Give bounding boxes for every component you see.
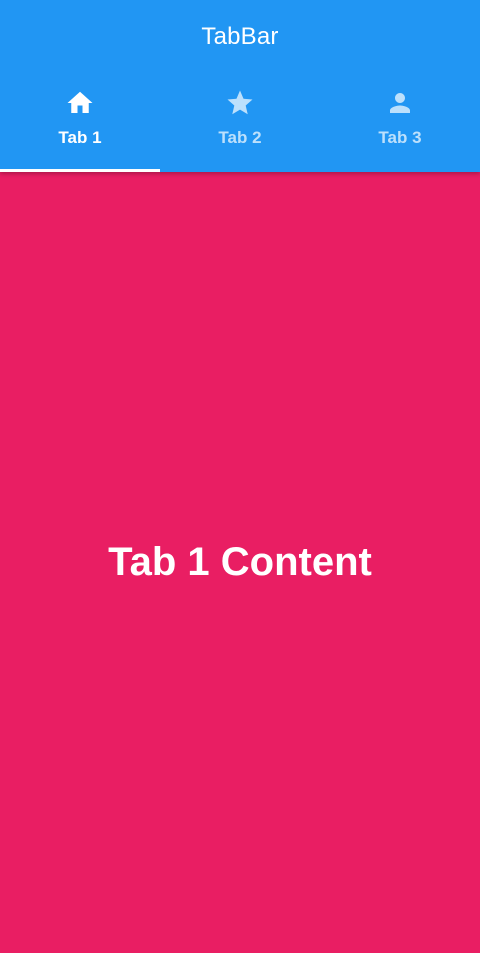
tab-3-label: Tab 3 [378,128,422,147]
app-bar: TabBar Tab 1 Tab 2 Tab 3 [0,0,480,172]
tab-2[interactable]: Tab 2 [160,74,320,172]
person-icon [385,88,415,118]
tab-1-label: Tab 1 [58,128,102,147]
tab-3[interactable]: Tab 3 [320,74,480,172]
tab-1[interactable]: Tab 1 [0,74,160,172]
star-icon [225,88,255,118]
tab-bar: Tab 1 Tab 2 Tab 3 [0,74,480,172]
home-icon [65,88,95,118]
title-row: TabBar [0,0,480,74]
app-root: TabBar Tab 1 Tab 2 Tab 3 Tab 1 Content [0,0,480,953]
content-heading: Tab 1 Content [108,540,372,584]
tab-content: Tab 1 Content [0,172,480,953]
app-title: TabBar [201,23,279,50]
tab-indicator [0,169,160,172]
tab-2-label: Tab 2 [218,128,262,147]
